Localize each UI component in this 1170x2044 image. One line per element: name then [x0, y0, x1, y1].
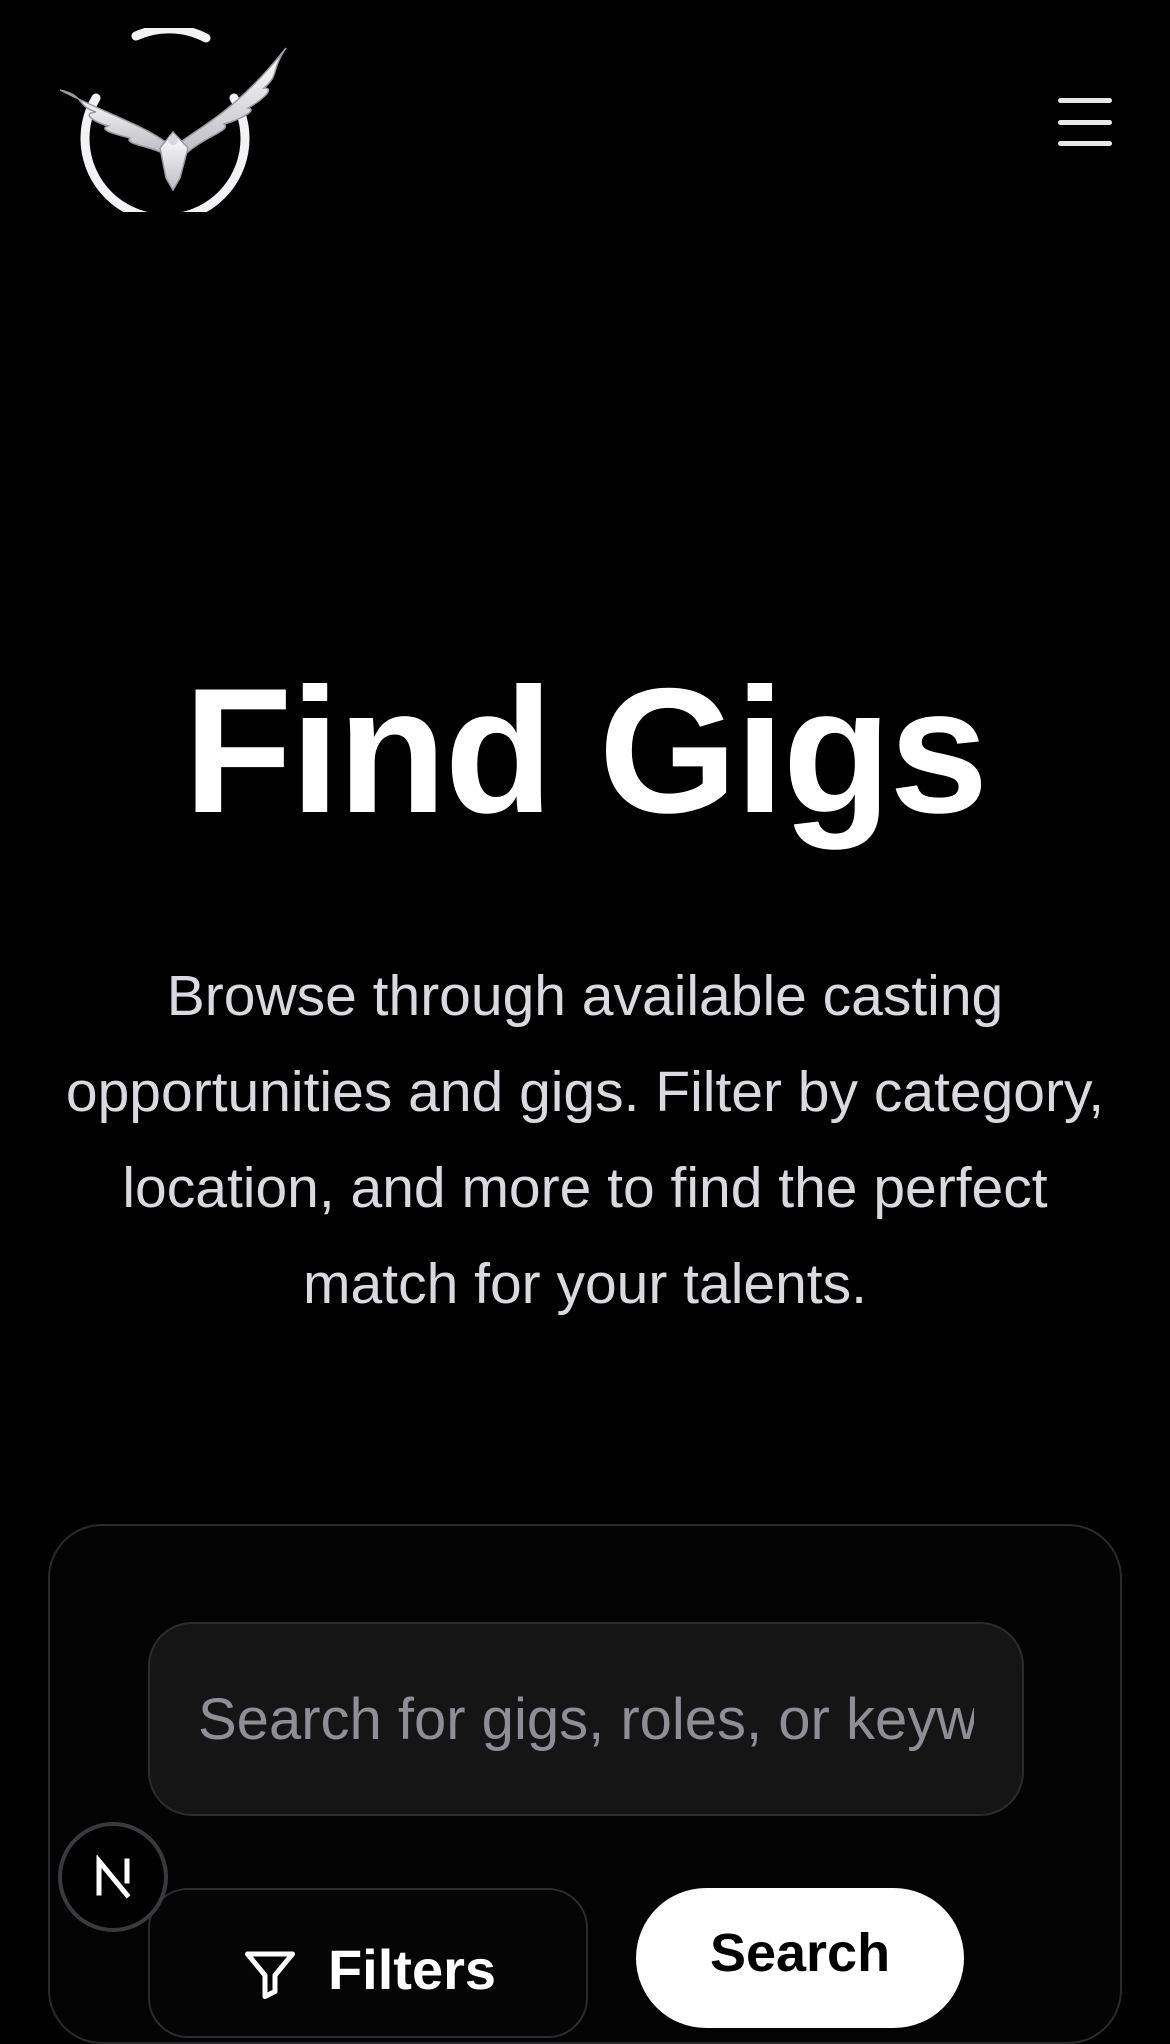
menu-button[interactable]	[1052, 92, 1118, 152]
filters-label: Filters	[327, 1938, 497, 2001]
funnel-filter-icon	[244, 1951, 295, 1999]
search-input[interactable]	[148, 1622, 1024, 1816]
filters-button[interactable]: Filters	[148, 1888, 588, 2038]
site-header	[0, 0, 1170, 240]
hamburger-menu-icon	[1058, 98, 1112, 103]
eagle-circle-logo-icon	[59, 24, 287, 223]
hamburger-menu-icon-bar	[1058, 141, 1112, 146]
dev-tools-badge[interactable]	[58, 1822, 168, 1932]
page-title: Find Gigs	[183, 651, 989, 850]
nextjs-n-icon	[96, 1855, 131, 1899]
page-description: Browse through available casting opportu…	[65, 964, 1105, 1316]
logo-link[interactable]	[56, 24, 290, 223]
search-button[interactable]: Search	[636, 1888, 964, 2028]
hamburger-menu-icon-bar	[1058, 119, 1112, 125]
